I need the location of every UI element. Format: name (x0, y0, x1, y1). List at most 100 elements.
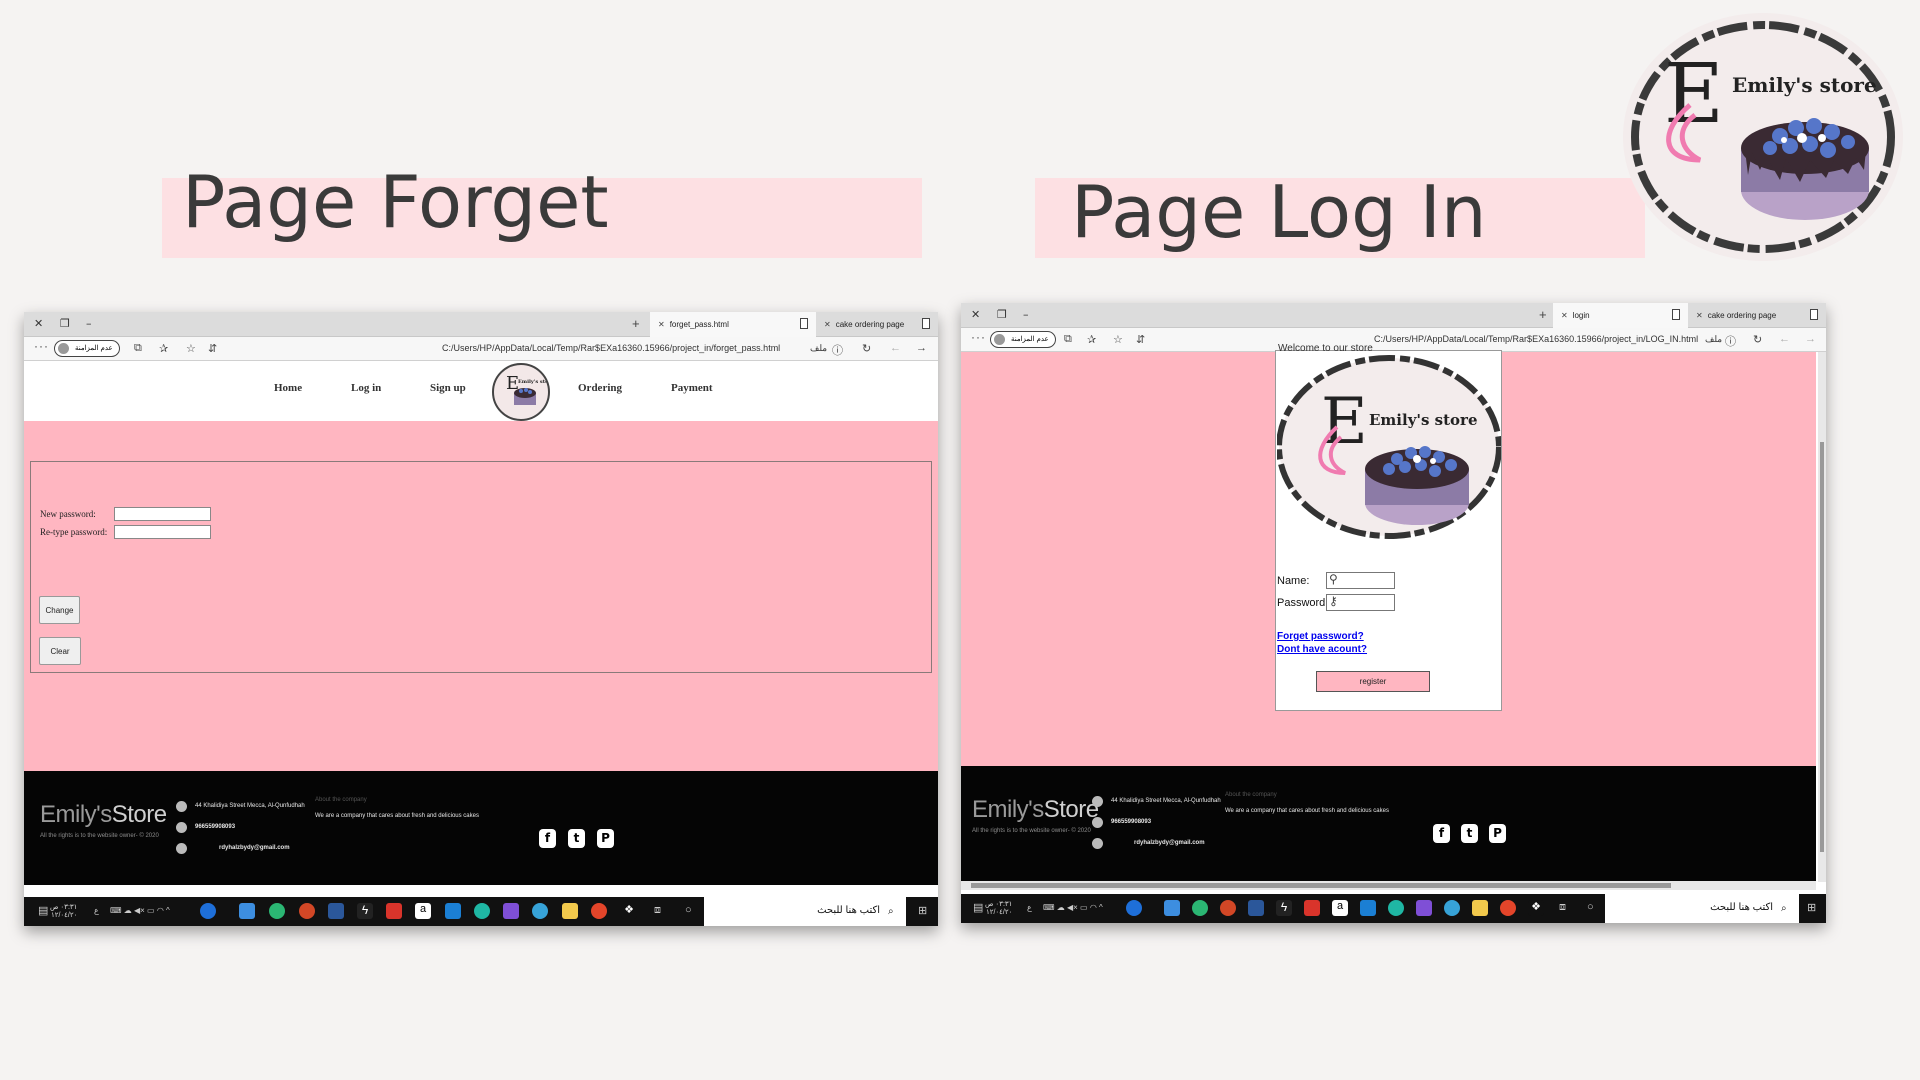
clear-button[interactable]: Clear (39, 637, 81, 665)
back-icon[interactable]: ← (1779, 333, 1790, 345)
edge-beta-app-icon[interactable] (532, 903, 548, 919)
edge-beta-app-icon[interactable] (1444, 900, 1460, 916)
visual-studio-app-icon[interactable] (1416, 900, 1432, 916)
taskbar-clock[interactable]: ٠٣:٣١ ص ١٢/٠٤/٢٠ (985, 901, 1012, 917)
word-app-icon[interactable] (1248, 900, 1264, 916)
edge-app-icon[interactable] (1388, 900, 1404, 916)
tab-cake-ordering[interactable]: ✕ cake ordering page (1688, 303, 1826, 328)
tab-close-icon[interactable]: ✕ (1561, 311, 1568, 320)
mail-app-icon[interactable] (445, 903, 461, 919)
star-icon[interactable]: ☆ (186, 342, 196, 355)
tab-close-icon[interactable]: ✕ (1696, 311, 1703, 320)
footer-email[interactable]: rdyhalzbydy@gmail.com (219, 845, 290, 851)
powerpoint-app-icon[interactable] (299, 903, 315, 919)
dropbox-app-icon[interactable]: ❖ (621, 903, 637, 919)
reading-list-icon[interactable]: ⇵ (208, 342, 217, 355)
start-icon[interactable]: ⊞ (918, 904, 927, 917)
collections-icon[interactable]: ⧉ (1064, 333, 1072, 346)
language-indicator[interactable]: ع (94, 906, 99, 915)
horizontal-scrollbar[interactable] (961, 881, 1816, 890)
tab-forget-pass[interactable]: ✕ forget_pass.html (650, 312, 816, 337)
profile-button[interactable]: عدم المزامنة (54, 340, 120, 357)
search-icon[interactable]: ⌕ (888, 906, 894, 917)
minimize-window-icon[interactable]: – (86, 317, 92, 330)
scrollbar-thumb[interactable] (1820, 442, 1824, 852)
twitter-icon[interactable]: t (568, 829, 585, 848)
editor-app-icon[interactable]: ϟ (1276, 900, 1292, 916)
more-options-icon[interactable]: ··· (971, 330, 986, 344)
file-explorer-app-icon[interactable] (1472, 900, 1488, 916)
tab-login[interactable]: ✕ login (1553, 303, 1688, 328)
facebook-icon[interactable]: f (1433, 824, 1450, 843)
minimize-window-icon[interactable]: – (1023, 308, 1029, 321)
forward-icon[interactable]: ← (890, 342, 901, 354)
back-icon[interactable]: → (916, 342, 927, 354)
search-icon[interactable]: ⌕ (1781, 903, 1787, 914)
task-view-icon[interactable]: ⧈ (1559, 901, 1566, 914)
info-icon[interactable]: ⓘ (1725, 333, 1736, 349)
close-window-icon[interactable]: ✕ (971, 308, 980, 321)
favorites-icon[interactable]: ✰ (1087, 333, 1096, 346)
task-view-icon[interactable]: ⧈ (654, 904, 661, 917)
url-field[interactable]: C:/Users/HP/AppData/Local/Temp/Rar$EXa16… (1374, 334, 1698, 344)
mail-app-icon[interactable] (1360, 900, 1376, 916)
nav-payment[interactable]: Payment (671, 382, 713, 394)
system-tray[interactable]: ⌨ ☁ ◀× ▭ ◠ ^ (110, 906, 170, 915)
amazon-app-icon[interactable]: a (1332, 900, 1348, 916)
nav-logo[interactable]: E Emily's store (492, 363, 550, 421)
tab-close-icon[interactable]: ✕ (824, 320, 831, 329)
taskbar-search[interactable]: اكتب هنا للبحث (1605, 894, 1799, 923)
recorder-app-icon[interactable] (269, 903, 285, 919)
star-icon[interactable]: ☆ (1113, 333, 1123, 346)
notification-icon[interactable]: ▤ (973, 901, 983, 914)
new-tab-icon[interactable]: + (632, 316, 640, 331)
url-field[interactable]: C:/Users/HP/AppData/Local/Temp/Rar$EXa16… (442, 343, 780, 353)
tab-close-icon[interactable]: ✕ (658, 320, 665, 329)
more-options-icon[interactable]: ··· (34, 339, 49, 353)
chrome-app-icon[interactable] (1500, 900, 1516, 916)
password-input[interactable]: ⚷ (1326, 594, 1395, 611)
powerpoint-app-icon[interactable] (1220, 900, 1236, 916)
start-icon[interactable]: ⊞ (1807, 901, 1816, 914)
pinterest-icon[interactable]: P (1489, 824, 1506, 843)
refresh-icon[interactable]: ↻ (1753, 333, 1762, 346)
box-app-icon[interactable] (239, 903, 255, 919)
reading-list-icon[interactable]: ⇵ (1136, 333, 1145, 346)
refresh-icon[interactable]: ↻ (862, 342, 871, 355)
cortana-icon[interactable]: ○ (1587, 901, 1594, 913)
retype-password-input[interactable] (114, 525, 211, 539)
recorder-app-icon[interactable] (1192, 900, 1208, 916)
twitter-icon[interactable]: t (1461, 824, 1478, 843)
name-input[interactable]: ⚲ (1326, 572, 1395, 589)
nav-ordering[interactable]: Ordering (578, 382, 622, 394)
facebook-icon[interactable]: f (539, 829, 556, 848)
vertical-scrollbar[interactable] (1818, 352, 1826, 882)
taskbar-search[interactable]: اكتب هنا للبحث (704, 897, 906, 926)
footer-email[interactable]: rdyhalzbydy@gmail.com (1134, 840, 1205, 846)
taskbar-clock[interactable]: ٠٣:٣١ ص ١٢/٠٤/٢٠ (50, 904, 77, 920)
new-tab-icon[interactable]: + (1539, 307, 1547, 322)
notification-icon[interactable]: ▤ (38, 904, 48, 917)
profile-button[interactable]: عدم المزامنة (990, 331, 1056, 348)
favorites-icon[interactable]: ✰ (159, 342, 168, 355)
amazon-app-icon[interactable]: a (415, 903, 431, 919)
file-explorer-app-icon[interactable] (562, 903, 578, 919)
calendar-app-icon[interactable] (386, 903, 402, 919)
help-app-icon[interactable] (1126, 900, 1142, 916)
tab-cake-ordering[interactable]: ✕ cake ordering page (816, 312, 938, 337)
new-password-input[interactable] (114, 507, 211, 521)
chrome-app-icon[interactable] (591, 903, 607, 919)
editor-app-icon[interactable]: ϟ (357, 903, 373, 919)
info-icon[interactable]: ⓘ (832, 342, 843, 358)
nav-signup[interactable]: Sign up (430, 382, 466, 394)
dropbox-app-icon[interactable]: ❖ (1528, 900, 1544, 916)
calendar-app-icon[interactable] (1304, 900, 1320, 916)
help-app-icon[interactable] (200, 903, 216, 919)
nav-login[interactable]: Log in (351, 382, 381, 394)
word-app-icon[interactable] (328, 903, 344, 919)
collections-icon[interactable]: ⧉ (134, 342, 142, 355)
change-button[interactable]: Change (39, 596, 80, 624)
close-window-icon[interactable]: ✕ (34, 317, 43, 330)
box-app-icon[interactable] (1164, 900, 1180, 916)
cortana-icon[interactable]: ○ (685, 904, 692, 916)
